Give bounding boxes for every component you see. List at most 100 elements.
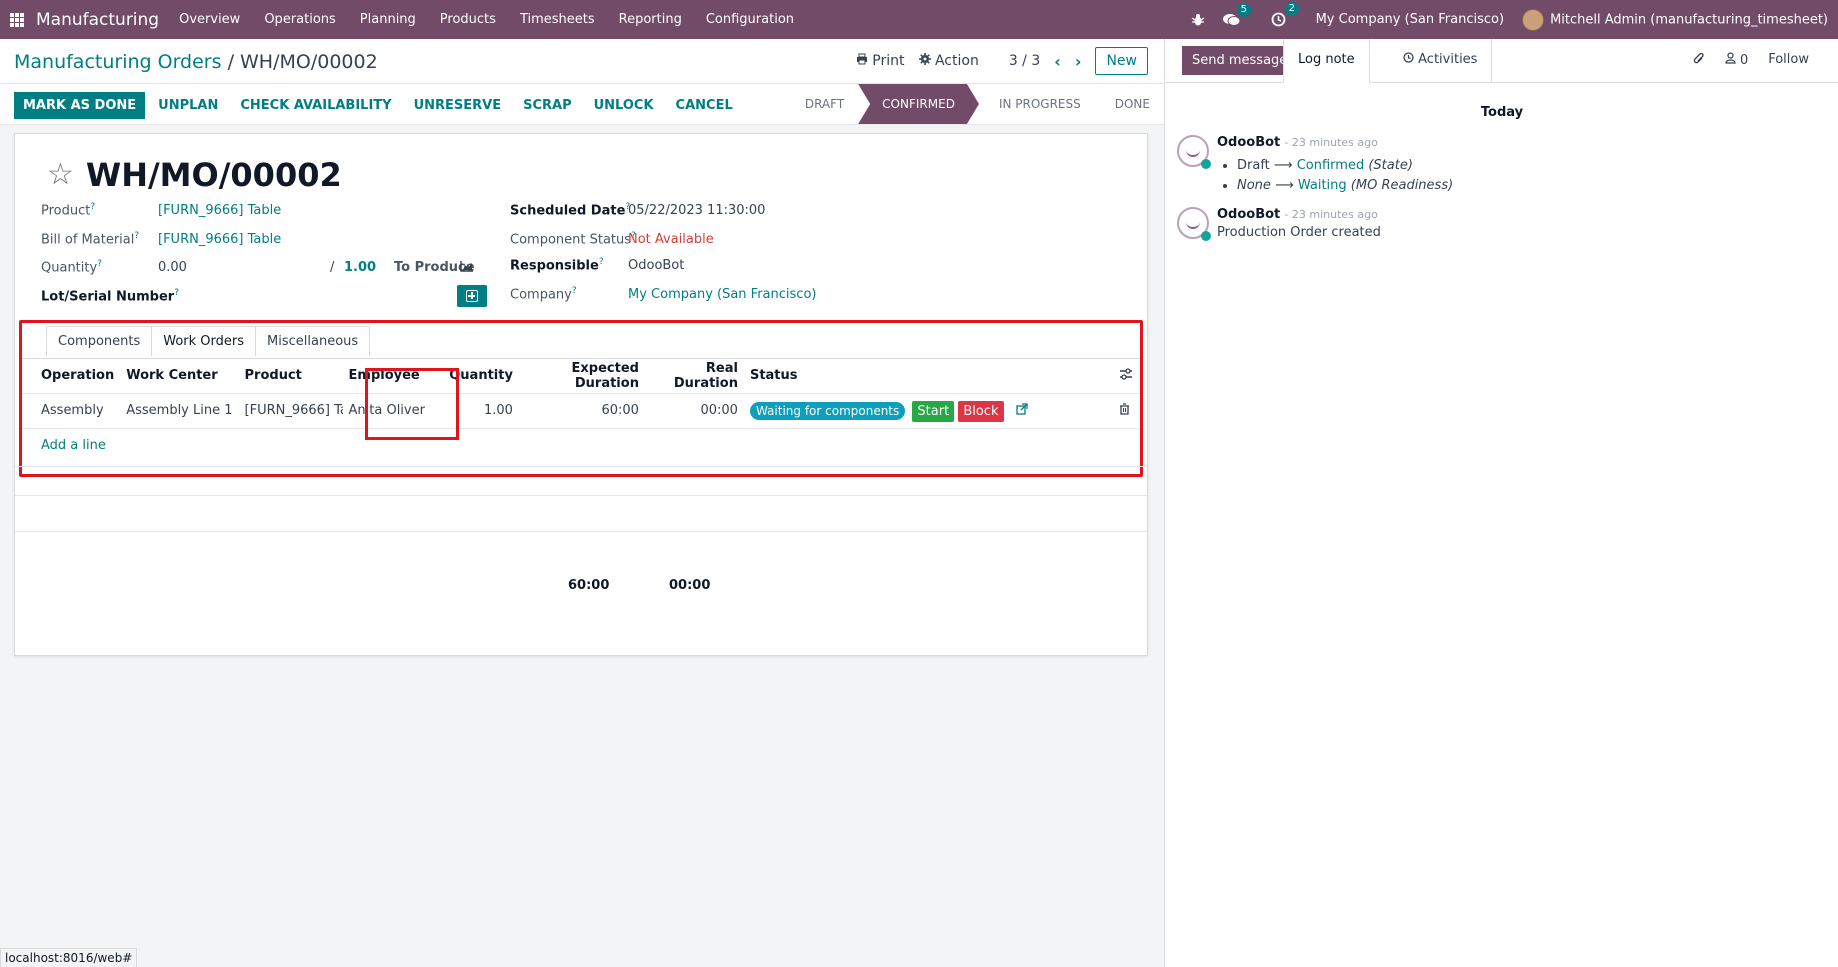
stage-confirmed[interactable]: CONFIRMED (858, 84, 979, 124)
menu-overview[interactable]: Overview (179, 12, 240, 27)
component-status-value: Not Available (628, 232, 714, 247)
new-button[interactable]: New (1095, 47, 1148, 75)
stage-in-progress[interactable]: IN PROGRESS (979, 84, 1095, 124)
divider (15, 495, 1147, 496)
bom-value[interactable]: [FURN_9666] Table (158, 232, 281, 247)
quantity-total[interactable]: 1.00 (344, 260, 376, 275)
stage-done[interactable]: DONE (1095, 84, 1164, 124)
bom-label: Bill of Material? (41, 231, 140, 248)
scrap-button[interactable]: SCRAP (514, 92, 581, 119)
message-body: Production Order created (1217, 225, 1381, 240)
debug-bug-icon[interactable] (1191, 13, 1205, 27)
stage-draft[interactable]: DRAFT (785, 84, 858, 124)
pager-next-icon[interactable]: › (1075, 52, 1082, 71)
log-note-button[interactable]: Log note (1283, 39, 1370, 83)
message-time: - 23 minutes ago (1284, 136, 1378, 149)
unlock-button[interactable]: UNLOCK (585, 92, 663, 119)
arrow-right-icon: ⟶ (1273, 158, 1297, 173)
breadcrumb: Manufacturing Orders / WH/MO/00002 (14, 51, 378, 73)
add-lot-plus-icon[interactable] (457, 285, 487, 307)
quantity-separator: / (330, 260, 335, 275)
printer-icon (856, 53, 867, 65)
record-title: WH/MO/00002 (85, 156, 342, 194)
unreserve-button[interactable]: UNRESERVE (405, 92, 511, 119)
messages-icon[interactable]: 5 (1222, 2, 1251, 27)
favorite-star-icon[interactable]: ☆ (47, 160, 74, 190)
status-bar: MARK AS DONE UNPLAN CHECK AVAILABILITY U… (0, 83, 1164, 125)
arrow-right-icon: ⟶ (1275, 178, 1298, 193)
work-orders-highlight-box (19, 320, 1143, 477)
top-navbar: Manufacturing Overview Operations Planni… (0, 0, 1838, 39)
menu-configuration[interactable]: Configuration (706, 12, 794, 27)
component-status-label: Component Status? (510, 231, 636, 248)
chatter-topbar: Send message Log note Activities 0 Follo… (1165, 39, 1838, 83)
main-menu: Overview Operations Planning Products Ti… (179, 12, 818, 27)
breadcrumb-parent[interactable]: Manufacturing Orders (14, 51, 222, 73)
odoobot-avatar[interactable] (1177, 207, 1211, 241)
follow-button[interactable]: Follow (1768, 52, 1809, 70)
print-label: Print (872, 53, 905, 69)
gear-icon (918, 53, 931, 65)
activities-button[interactable]: Activities (1389, 39, 1493, 83)
lot-serial-label: Lot/Serial Number? (41, 288, 179, 305)
message-author[interactable]: OdooBot (1217, 207, 1280, 222)
pager-previous-icon[interactable]: ‹ (1054, 52, 1061, 71)
action-label: Action (934, 53, 979, 69)
breadcrumb-current: WH/MO/00002 (240, 51, 378, 73)
menu-products[interactable]: Products (440, 12, 496, 27)
company-value[interactable]: My Company (San Francisco) (628, 287, 816, 302)
menu-timesheets[interactable]: Timesheets (520, 12, 595, 27)
print-button[interactable]: Print (856, 53, 905, 69)
tracking-item: None ⟶ Waiting (MO Readiness) (1237, 176, 1453, 196)
app-brand[interactable]: Manufacturing (36, 10, 159, 30)
pager-value[interactable]: 3 / 3 (1009, 53, 1040, 69)
scheduled-date-label: Scheduled Date? (510, 202, 631, 219)
product-label: Product? (41, 202, 96, 219)
product-value[interactable]: [FURN_9666] Table (158, 203, 281, 218)
cancel-button[interactable]: CANCEL (667, 92, 742, 119)
chart-area-icon[interactable] (460, 260, 474, 276)
date-separator: Today (1480, 105, 1524, 120)
attachment-paperclip-icon[interactable] (1693, 52, 1705, 70)
menu-operations[interactable]: Operations (264, 12, 335, 27)
followers-button[interactable]: 0 (1725, 52, 1748, 70)
total-expected-duration: 60:00 (568, 578, 610, 593)
user-name: Mitchell Admin (manufacturing_timesheet) (1550, 12, 1828, 27)
control-panel: Manufacturing Orders / WH/MO/00002 Print… (0, 39, 1164, 83)
menu-reporting[interactable]: Reporting (619, 12, 682, 27)
action-button[interactable]: Action (918, 53, 979, 69)
form-sheet: ☆ WH/MO/00002 Product? [FURN_9666] Table… (14, 133, 1148, 656)
followers-count: 0 (1739, 53, 1749, 68)
browser-status-url: localhost:8016/web# (0, 948, 138, 967)
apps-menu-icon[interactable] (0, 0, 34, 39)
divider (15, 531, 1147, 532)
tracking-list: Draft ⟶ Confirmed (State) None ⟶ Waiting… (1217, 156, 1453, 196)
clock-icon (1403, 52, 1414, 63)
scheduled-date-value[interactable]: 05/22/2023 11:30:00 (628, 203, 765, 218)
activities-clock-icon[interactable]: 2 (1271, 2, 1299, 27)
messages-count-badge: 5 (1236, 2, 1251, 17)
activities-label: Activities (1418, 52, 1478, 67)
odoobot-avatar[interactable] (1177, 135, 1211, 169)
chatter-panel: Send message Log note Activities 0 Follo… (1164, 39, 1838, 967)
send-message-button[interactable]: Send message (1182, 46, 1298, 75)
divider (15, 466, 1147, 467)
menu-planning[interactable]: Planning (360, 12, 416, 27)
company-label: Company? (510, 286, 577, 303)
user-icon (1725, 52, 1736, 64)
user-avatar (1522, 8, 1545, 31)
breadcrumb-separator: / (227, 51, 234, 73)
responsible-label: Responsible? (510, 257, 604, 274)
user-menu[interactable]: Mitchell Admin (manufacturing_timesheet) (1522, 8, 1828, 31)
tracking-item: Draft ⟶ Confirmed (State) (1237, 156, 1453, 176)
mark-as-done-button[interactable]: MARK AS DONE (14, 92, 146, 119)
total-real-duration: 00:00 (669, 578, 711, 593)
activities-count-badge: 2 (1284, 2, 1299, 16)
check-availability-button[interactable]: CHECK AVAILABILITY (231, 92, 400, 119)
quantity-input[interactable]: 0.00 (158, 260, 187, 275)
message-author[interactable]: OdooBot (1217, 135, 1280, 150)
message-time: - 23 minutes ago (1284, 208, 1378, 221)
unplan-button[interactable]: UNPLAN (149, 92, 227, 119)
company-switcher[interactable]: My Company (San Francisco) (1316, 12, 1504, 27)
responsible-value[interactable]: OdooBot (628, 258, 684, 273)
